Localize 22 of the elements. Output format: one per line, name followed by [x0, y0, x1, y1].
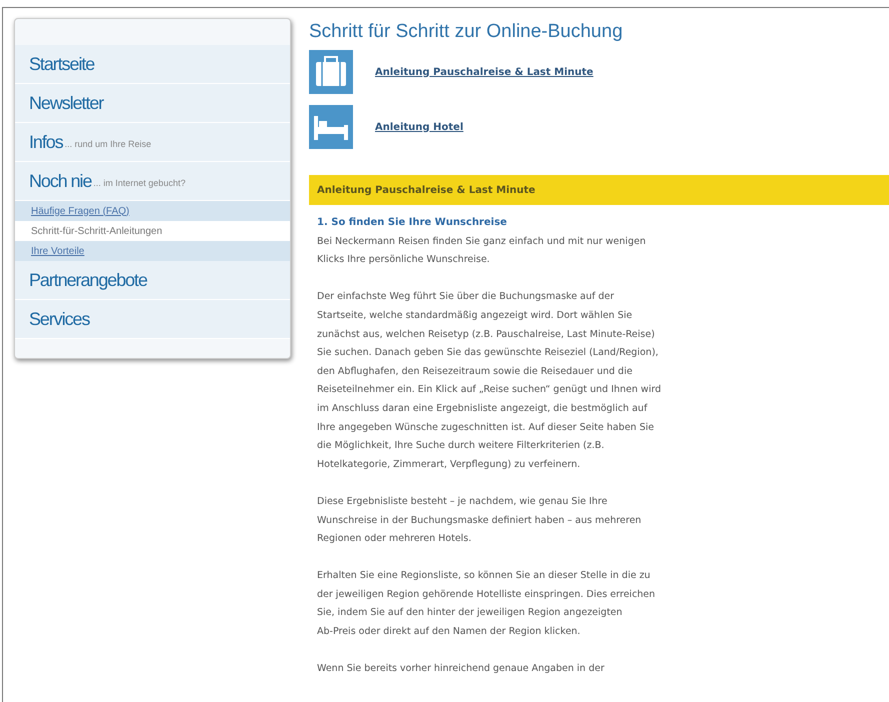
nav-caption: ... im Internet gebucht? [93, 176, 186, 190]
body-paragraph: Diese Ergebnisliste besteht – je nachdem, wie genau Sie Ihre Wunschreise in der Buchungsmaske definiert haben – aus mehreren Regionen oder mehreren Hotels. [317, 494, 642, 546]
body-paragraph: Erhalten Sie eine Regionsliste, so können Sie an dieser Stelle in die zu der jeweiligen Region gehörende Hotelliste einspringen. Dies erreichen Sie, indem Sie auf den hinter der jeweiligen Region angezeigten Ab-Preis oder direkt auf den Namen der Region klicken. [317, 569, 656, 640]
subheading: 1. So finden Sie Ihre Wunschreise [317, 216, 508, 230]
body-paragraph: Wenn Sie bereits vorher hinreichend genaue Angaben in der [317, 662, 604, 676]
nav-link[interactable]: Startseite [29, 50, 94, 78]
nav-link[interactable]: Services [29, 306, 90, 332]
nav-sublink[interactable]: Ihre Vorteile [15, 241, 290, 261]
bed-icon [309, 105, 353, 149]
body-paragraph: Der einfachste Weg führt Sie über die Buchungsmaske auf der Startseite, welche standardmäßig angezeigt wird. Dort wählen Sie zunächst aus, welchen Reisetyp (z.B. Pauschalreise, Last Minute-Reise) Sie suchen. Danach geben Sie das gewünschte Reiseziel (Land/Region), den Abflughafen, den Reisezeitraum sowie die Reisedauer und die Reiseteilnehmer ein. Ein Klick auf „Reise suchen“ genügt und Ihnen wird im Anschluss daran eine Ergebnisliste angezeigt, die bestmöglich auf Ihre angegeben Wünsche zugeschnitten ist. Auf dieser Seite haben Sie die Möglichkeit, Ihre Suche durch weitere Filterkriterien (z.B. Hotelkategorie, Zimmerart, Verpflegung) zu verfeinern. [317, 290, 661, 472]
guide-link[interactable]: Anleitung Hotel [375, 120, 464, 134]
nav-link[interactable]: Noch nie [29, 168, 92, 194]
suitcase-icon [309, 50, 353, 94]
nav-link[interactable]: Infos [29, 128, 63, 156]
nav-sublink[interactable]: Häufige Fragen (FAQ) [15, 201, 290, 221]
section-header: Anleitung Pauschalreise & Last Minute [309, 175, 889, 205]
nav-caption: ... rund um Ihre Reise [64, 138, 152, 151]
body-paragraph: Bei Neckermann Reisen finden Sie ganz einfach und mit nur wenigen Klicks Ihre persönliche Wunschreise. [317, 234, 646, 268]
guide-link[interactable]: Anleitung Pauschalreise & Last Minute [375, 64, 594, 80]
nav-link[interactable]: Newsletter [29, 90, 104, 116]
page-title: Schritt für Schritt zur Online-Buchung [309, 20, 624, 44]
nav-sublink[interactable]: Schritt-für-Schritt-Anleitungen [15, 221, 290, 241]
